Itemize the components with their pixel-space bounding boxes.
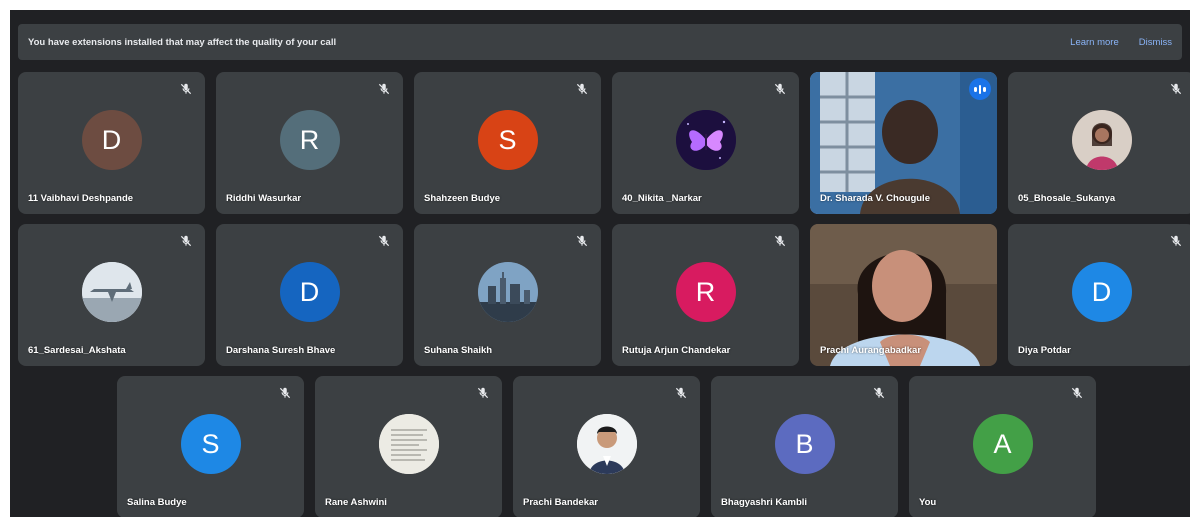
participant-tile[interactable]: D 11 Vaibhavi Deshpande <box>18 72 205 214</box>
participant-name: 61_Sardesai_Akshata <box>28 345 126 356</box>
mic-off-icon[interactable] <box>278 386 292 400</box>
extensions-warning-banner: You have extensions installed that may a… <box>18 24 1182 60</box>
mic-off-icon[interactable] <box>377 234 391 248</box>
participant-avatar-photo <box>1071 110 1132 170</box>
participant-avatar: D <box>1071 262 1132 322</box>
participant-tile[interactable]: Prachi Aurangabadkar <box>810 224 997 366</box>
participant-name: Prachi Aurangabadkar <box>820 345 922 356</box>
mic-off-icon[interactable] <box>1169 82 1183 96</box>
participant-name: Rutuja Arjun Chandekar <box>622 345 731 356</box>
participant-name: Suhana Shaikh <box>424 345 493 356</box>
participant-avatar-photo <box>81 262 142 322</box>
meeting-grid: You have extensions installed that may a… <box>10 10 1190 517</box>
participant-avatar-photo <box>675 110 736 170</box>
participant-avatar: D <box>81 110 142 170</box>
mic-off-icon[interactable] <box>575 234 589 248</box>
participant-name: Prachi Bandekar <box>523 497 598 508</box>
participant-avatar: S <box>180 414 241 474</box>
participant-name: You <box>919 497 937 508</box>
participant-name: Shahzeen Budye <box>424 193 501 204</box>
participant-name: Rane Ashwini <box>325 497 387 508</box>
participant-avatar-photo <box>378 414 439 474</box>
mic-off-icon[interactable] <box>179 82 193 96</box>
mic-off-icon[interactable] <box>674 386 688 400</box>
participant-tile[interactable]: S Salina Budye <box>117 376 304 517</box>
mic-off-icon[interactable] <box>575 82 589 96</box>
participant-name: 11 Vaibhavi Deshpande <box>28 193 134 204</box>
learn-more-link[interactable]: Learn more <box>1070 37 1119 48</box>
participant-name: Salina Budye <box>127 497 187 508</box>
mic-off-icon[interactable] <box>377 82 391 96</box>
participant-avatar: A <box>972 414 1033 474</box>
participant-name: 40_Nikita _Narkar <box>622 193 702 204</box>
participant-tile[interactable]: S Shahzeen Budye <box>414 72 601 214</box>
participant-name: Darshana Suresh Bhave <box>226 345 336 356</box>
mic-off-icon[interactable] <box>1169 234 1183 248</box>
participant-avatar: R <box>675 262 736 322</box>
mic-off-icon[interactable] <box>1070 386 1084 400</box>
dismiss-button[interactable]: Dismiss <box>1139 37 1172 48</box>
participant-tile[interactable]: Suhana Shaikh <box>414 224 601 366</box>
speaking-indicator-icon <box>969 78 991 100</box>
participant-tile[interactable]: 05_Bhosale_Sukanya <box>1008 72 1190 214</box>
participant-tile[interactable]: B Bhagyashri Kambli <box>711 376 898 517</box>
participant-avatar: S <box>477 110 538 170</box>
participant-avatar-photo <box>477 262 538 322</box>
participant-tile[interactable]: 61_Sardesai_Akshata <box>18 224 205 366</box>
participant-tile[interactable]: Dr. Sharada V. Chougule <box>810 72 997 214</box>
participant-tile[interactable]: Prachi Bandekar <box>513 376 700 517</box>
participant-avatar-photo <box>576 414 637 474</box>
mic-off-icon[interactable] <box>773 82 787 96</box>
participant-name: Diya Potdar <box>1018 345 1071 356</box>
participant-avatar: B <box>774 414 835 474</box>
participant-tile[interactable]: D Darshana Suresh Bhave <box>216 224 403 366</box>
mic-off-icon[interactable] <box>179 234 193 248</box>
participant-tile[interactable]: R Rutuja Arjun Chandekar <box>612 224 799 366</box>
participant-tile[interactable]: Rane Ashwini <box>315 376 502 517</box>
banner-message: You have extensions installed that may a… <box>28 36 337 48</box>
participant-tile[interactable]: R Riddhi Wasurkar <box>216 72 403 214</box>
participant-name: Riddhi Wasurkar <box>226 193 302 204</box>
participant-tile[interactable]: 40_Nikita _Narkar <box>612 72 799 214</box>
participant-avatar: D <box>279 262 340 322</box>
participant-name: Dr. Sharada V. Chougule <box>820 193 930 204</box>
participant-avatar: R <box>279 110 340 170</box>
mic-off-icon[interactable] <box>773 234 787 248</box>
participant-name: 05_Bhosale_Sukanya <box>1018 193 1116 204</box>
mic-off-icon[interactable] <box>476 386 490 400</box>
participant-tile[interactable]: A You <box>909 376 1096 517</box>
participant-tile[interactable]: D Diya Potdar <box>1008 224 1190 366</box>
mic-off-icon[interactable] <box>872 386 886 400</box>
participant-name: Bhagyashri Kambli <box>721 497 808 508</box>
